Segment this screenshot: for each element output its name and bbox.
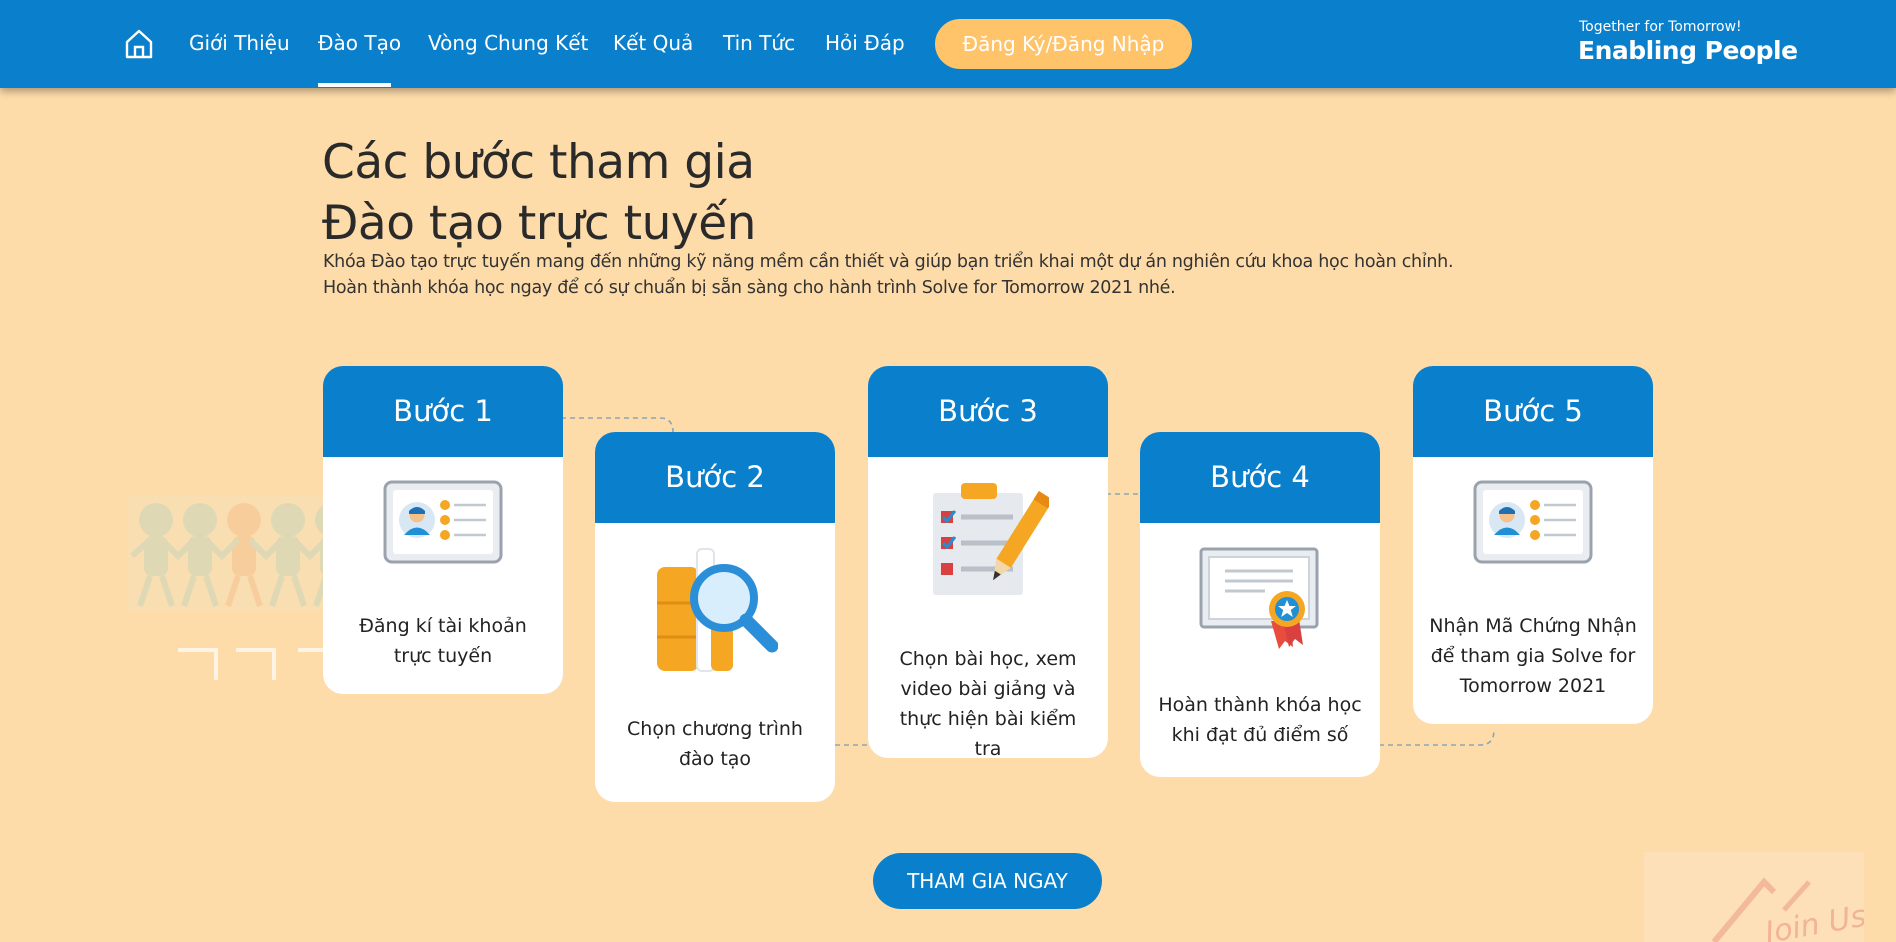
join-now-button[interactable]: THAM GIA NGAY — [873, 853, 1102, 909]
id-card-icon — [383, 480, 503, 564]
page-title-line-1: Các bước tham gia — [322, 135, 755, 190]
step-card-title: Bước 1 — [323, 366, 563, 457]
brand-tagline: Together for Tomorrow! — [1579, 19, 1742, 35]
brand-logo[interactable]: Enabling People — [1578, 35, 1798, 67]
top-nav-bar: Giới Thiệu Đào Tạo Vòng Chung Kết Kết Qu… — [0, 0, 1896, 88]
id-card-icon — [1473, 480, 1593, 564]
step-card-title: Bước 4 — [1140, 432, 1380, 523]
intro-description: Khóa Đào tạo trực tuyến mang đến những k… — [323, 249, 1454, 301]
step-card-2: Bước 2 Chọn chương trình đào tạo — [595, 432, 835, 802]
step-card-5: Bước 5 Nhận Mã Chứng Nhận để tham gia So… — [1413, 366, 1653, 724]
step-card-description: Nhận Mã Chứng Nhận để tham gia Solve for… — [1429, 615, 1637, 697]
step-card-4: Bước 4 Hoàn thành khóa học khi đạt đủ đi… — [1140, 432, 1380, 777]
home-icon[interactable] — [124, 28, 154, 60]
nav-item-tin-tuc[interactable]: Tin Tức — [723, 28, 795, 58]
nav-active-indicator — [318, 83, 391, 87]
step-card-1: Bước 1 Đăng kí tài khoản trực tuyến — [323, 366, 563, 694]
page-title: Các bước tham gia Đào tạo trực tuyến — [322, 132, 756, 254]
step-card-description: Chọn chương trình đào tạo — [627, 718, 803, 770]
people-chain-decoration — [128, 496, 348, 680]
step-card-description: Đăng kí tài khoản trực tuyến — [359, 615, 527, 667]
nav-item-gioi-thieu[interactable]: Giới Thiệu — [189, 28, 290, 58]
certificate-icon — [1199, 547, 1319, 649]
step-card-title: Bước 5 — [1413, 366, 1653, 457]
nav-item-dao-tao[interactable]: Đào Tạo — [318, 28, 401, 58]
nav-item-ket-qua[interactable]: Kết Quả — [613, 28, 693, 58]
page-title-line-2: Đào tạo trực tuyến — [322, 196, 756, 251]
step-card-description: Hoàn thành khóa học khi đạt đủ điểm số — [1158, 694, 1362, 746]
nav-item-hoi-dap[interactable]: Hỏi Đáp — [825, 28, 905, 58]
checklist-pencil-icon — [933, 483, 1049, 595]
intro-description-line-1: Khóa Đào tạo trực tuyến mang đến những k… — [323, 252, 1454, 272]
register-login-button[interactable]: Đăng Ký/Đăng Nhập — [935, 19, 1192, 69]
step-card-title: Bước 2 — [595, 432, 835, 523]
nav-item-vong-chung-ket[interactable]: Vòng Chung Kết — [428, 28, 588, 58]
books-magnifier-icon — [657, 548, 778, 672]
step-card-description: Chọn bài học, xem video bài giảng và thự… — [899, 648, 1077, 758]
step-card-3: Bước 3 Chọn bài học, xem video bài giảng… — [868, 366, 1108, 758]
intro-description-line-2: Hoàn thành khóa học ngay để có sự chuẩn … — [323, 278, 1176, 298]
join-us-stamp-decoration: Join Us — [1644, 852, 1864, 942]
step-card-title: Bước 3 — [868, 366, 1108, 457]
